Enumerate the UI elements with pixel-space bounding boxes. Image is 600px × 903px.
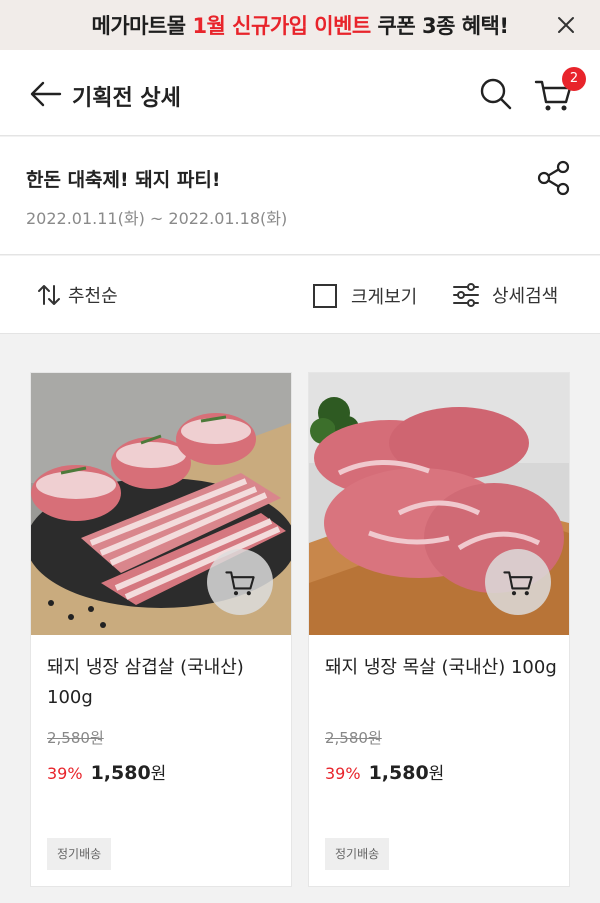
event-info-section: 한돈 대축제! 돼지 파티! 2022.01.11(화) ~ 2022.01.1…: [0, 137, 600, 255]
sort-filter-bar: 추천순 크게보기 상세검색: [0, 256, 600, 334]
back-arrow-icon[interactable]: [28, 76, 64, 112]
page-header: 기획전 상세: [0, 50, 600, 136]
add-to-cart-button[interactable]: [207, 549, 273, 615]
currency-unit: 원: [150, 764, 167, 784]
original-price: 2,580원: [325, 729, 382, 747]
event-title: 한돈 대축제! 돼지 파티!: [26, 169, 221, 191]
discount-rate: 39%: [325, 764, 361, 783]
promo-highlight: 1월 신규가입 이벤트: [192, 14, 371, 38]
event-period: 2022.01.11(화) ~ 2022.01.18(화): [26, 209, 288, 228]
sale-price: 1,580: [90, 762, 151, 784]
add-to-cart-button[interactable]: [485, 549, 551, 615]
promo-prefix: 메가마트몰: [91, 14, 193, 38]
original-price: 2,580원: [47, 729, 104, 747]
sale-price: 1,580: [368, 762, 429, 784]
product-name[interactable]: 돼지 냉장 목살 (국내산) 100g: [325, 653, 561, 683]
cart-count-badge: 2: [562, 67, 586, 91]
page-title: 기획전 상세: [72, 86, 181, 111]
subscription-tag: 정기배송: [47, 838, 112, 870]
detail-search-button[interactable]: 상세검색: [452, 281, 558, 309]
product-image-pork-belly[interactable]: [31, 373, 291, 635]
discount-rate: 39%: [47, 764, 83, 783]
product-card[interactable]: 돼지 냉장 목살 (국내산) 100g 2,580원 39% 1,580 원 정…: [308, 372, 570, 887]
cart-icon: [225, 571, 255, 596]
big-view-checkbox[interactable]: [313, 284, 337, 308]
product-name[interactable]: 돼지 냉장 삼겹살 (국내산) 100g: [47, 653, 283, 713]
currency-unit: 원: [428, 764, 445, 784]
product-image-pork-neck[interactable]: [309, 373, 569, 635]
product-card[interactable]: 돼지 냉장 삼겹살 (국내산) 100g 2,580원 39% 1,580 원 …: [30, 372, 292, 887]
subscription-tag: 정기배송: [325, 838, 390, 870]
price-row: 39% 1,580 원: [47, 759, 166, 784]
filter-sliders-icon: [453, 283, 479, 307]
detail-search-label: 상세검색: [492, 286, 559, 307]
cart-icon: [503, 571, 533, 596]
promo-banner[interactable]: 메가마트몰 1월 신규가입 이벤트 쿠폰 3종 혜택!: [0, 0, 600, 50]
sort-icon: [38, 285, 60, 305]
big-view-toggle[interactable]: 크게보기: [313, 283, 417, 309]
price-row: 39% 1,580 원: [325, 759, 444, 784]
promo-banner-text: 메가마트몰 1월 신규가입 이벤트 쿠폰 3종 혜택!: [92, 10, 509, 40]
share-icon[interactable]: [535, 159, 573, 197]
big-view-label: 크게보기: [351, 287, 418, 308]
close-icon[interactable]: [554, 13, 578, 37]
sort-label: 추천순: [68, 286, 118, 307]
promo-suffix: 쿠폰 3종 혜택!: [370, 14, 509, 38]
search-icon[interactable]: [478, 76, 514, 112]
sort-button[interactable]: 추천순: [36, 282, 118, 308]
